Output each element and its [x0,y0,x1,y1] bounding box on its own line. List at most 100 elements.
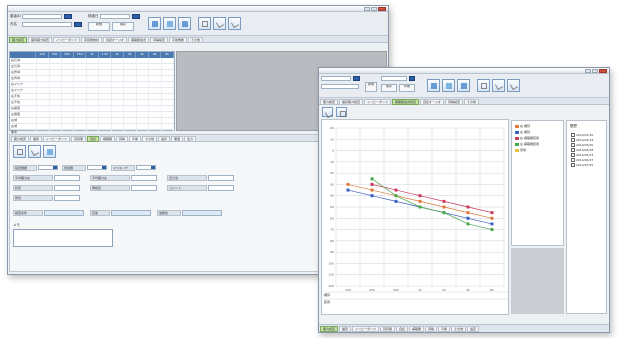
exam-date-field[interactable] [100,14,130,19]
patient-id-field[interactable] [22,14,62,19]
lower-tab[interactable]: 聴力検査 [11,136,30,142]
minimize-icon[interactable] [585,69,591,73]
grid-cell[interactable] [137,64,150,69]
retest-field[interactable] [131,185,157,191]
grid-cell[interactable] [50,106,63,111]
judgement-field[interactable] [54,185,80,191]
edit-icon[interactable] [322,107,334,119]
grid-cell[interactable] [50,124,63,129]
grid-cell[interactable] [62,100,75,105]
history-item[interactable]: 2014/06/27 [571,158,593,162]
history-item[interactable]: 2014/03/20 [571,143,593,147]
avg-right-field[interactable] [54,175,80,181]
grid-cell[interactable] [162,82,174,87]
grid-cell[interactable] [137,118,150,123]
grid-cell[interactable] [62,58,75,63]
grid-cell[interactable] [74,100,87,105]
data-point[interactable] [370,188,374,192]
grid-cell[interactable] [99,100,112,105]
tab-hearing-test[interactable]: 聴力検査 [320,99,339,105]
bottom-tab[interactable]: 耳鳴 [425,326,438,332]
grid-cell[interactable] [50,58,63,63]
tab-hearing-aid-fitting[interactable]: 補聴器適合検査 [391,99,419,105]
grid-cell[interactable] [137,58,150,63]
grid-cell[interactable] [124,94,137,99]
table-icon[interactable] [163,17,176,30]
grid-cell[interactable] [37,94,50,99]
bottom-tab[interactable]: その他 [451,326,467,332]
grid-cell[interactable] [74,124,87,129]
grid-cell[interactable] [124,106,137,111]
findings-field[interactable] [54,195,80,201]
grid-cell[interactable] [50,100,63,105]
grid-cell[interactable] [137,100,150,105]
legend-item[interactable]: 左 補聴器装用 [515,142,539,146]
tab-hearing-aid[interactable]: 補聴器適合 [127,37,149,43]
grid-cell[interactable] [124,100,137,105]
grid-cell[interactable] [162,76,174,81]
grid-cell[interactable] [162,64,174,69]
bottom-tab[interactable]: 補聴器 [409,326,425,332]
grid-cell[interactable] [137,88,150,93]
list-icon[interactable] [178,17,191,30]
grid-cell[interactable] [50,112,63,117]
settings-icon[interactable] [228,17,241,30]
minimize-icon[interactable] [364,7,370,11]
grid-cell[interactable] [87,106,100,111]
grid-cell[interactable] [87,118,100,123]
data-point[interactable] [370,182,374,186]
toolbar-button-save[interactable]: 保存 [112,22,134,31]
legend-item[interactable]: 右 補聴器装用 [515,136,539,140]
data-point[interactable] [466,205,470,209]
grid-cell[interactable] [50,70,63,75]
data-point[interactable] [346,182,350,186]
close-icon[interactable] [599,69,607,73]
grid-cell[interactable] [87,124,100,129]
grid-cell[interactable] [137,112,150,117]
lower-tab[interactable]: その他 [142,136,158,142]
comment-field[interactable] [208,185,234,191]
data-point[interactable] [490,222,494,226]
grid-cell[interactable] [99,64,112,69]
lower-tab[interactable]: 語音 [30,136,43,142]
legend-item[interactable]: 左 裸耳 [515,130,530,134]
search-icon[interactable] [43,145,56,158]
grid-cell[interactable] [62,88,75,93]
bottom-tab[interactable]: インピーダンス [352,326,379,332]
grid-cell[interactable] [37,112,50,117]
front-patient-name-field[interactable] [321,84,359,89]
audiogram-icon[interactable] [427,79,440,92]
grid-cell[interactable] [74,82,87,87]
grid-cell[interactable] [62,64,75,69]
grid-cell[interactable] [137,76,150,81]
grid-cell[interactable] [124,124,137,129]
grid-cell[interactable] [162,88,174,93]
tab-balance[interactable]: 平衡機能 [168,37,187,43]
grid-cell[interactable] [87,112,100,117]
grid-cell[interactable] [87,64,100,69]
data-point[interactable] [394,188,398,192]
lower-tab[interactable]: 耳音響 [70,136,86,142]
grid-cell[interactable] [137,82,150,87]
grid-cell[interactable] [87,76,100,81]
front-new-button[interactable]: 新規 [365,82,377,92]
grid-cell[interactable] [62,76,75,81]
condition-field[interactable] [44,210,84,216]
data-point[interactable] [466,211,470,215]
grid-cell[interactable] [99,94,112,99]
grid-cell[interactable] [149,70,162,75]
bottom-tab[interactable]: 語音 [339,326,352,332]
bottom-tab[interactable]: 耳音響 [379,326,395,332]
grid-cell[interactable] [149,82,162,87]
history-item[interactable]: 2014/02/14 [571,138,593,142]
grid-cell[interactable] [99,58,112,63]
grid-cell[interactable] [37,58,50,63]
grid-cell[interactable] [37,64,50,69]
data-point[interactable] [490,216,494,220]
grid-cell[interactable] [37,76,50,81]
grid-cell[interactable] [112,124,125,129]
grid-cell[interactable] [99,106,112,111]
grid-cell[interactable] [162,112,174,117]
grid-cell[interactable] [62,112,75,117]
grid-cell[interactable] [50,76,63,81]
